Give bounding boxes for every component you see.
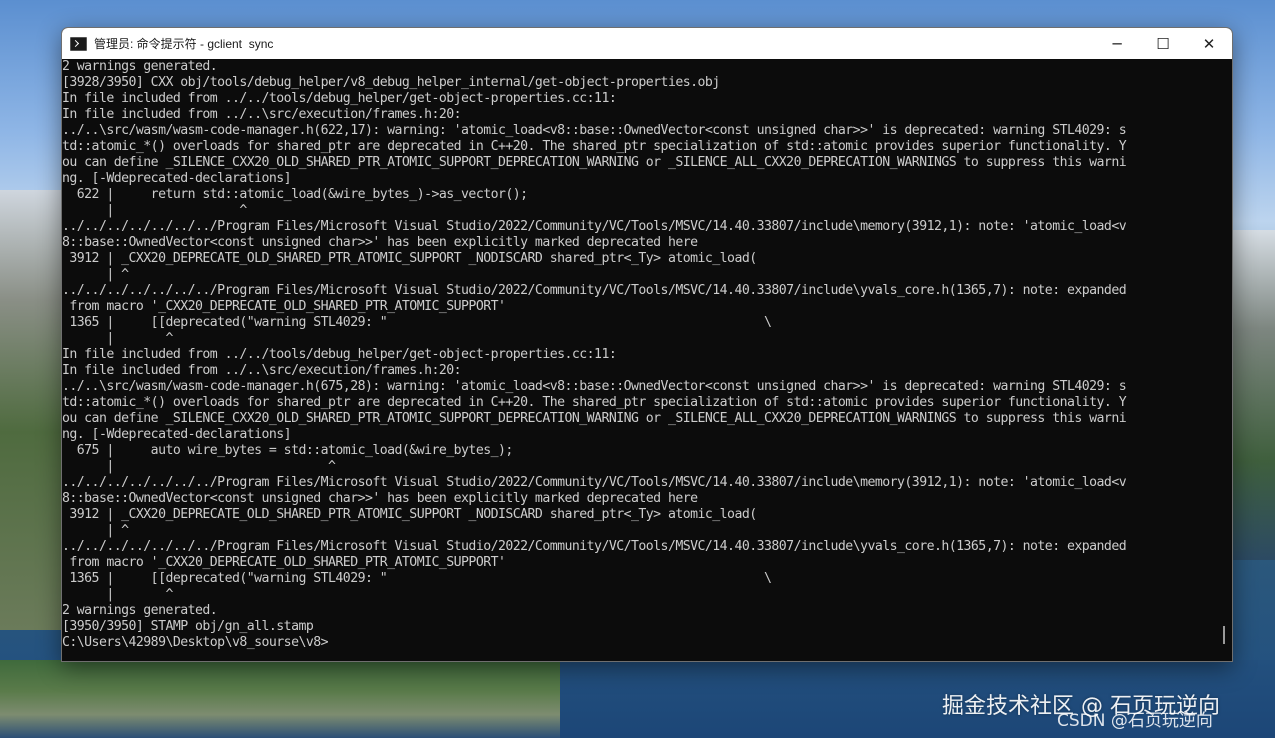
console-line: In file included from ../..\src/executio…	[62, 363, 462, 378]
console-line: ../../../../../../../Program Files/Micro…	[62, 219, 1127, 234]
window-controls: ─ ☐ ✕	[1094, 28, 1232, 59]
console-line: 2 warnings generated.	[62, 59, 218, 74]
console-line: In file included from ../..\src/executio…	[62, 107, 462, 122]
console-line: | ^	[62, 523, 129, 538]
console-line: | ^	[62, 267, 129, 282]
console-line: ng. [-Wdeprecated-declarations]	[62, 171, 292, 186]
console-line: ou can define _SILENCE_CXX20_OLD_SHARED_…	[62, 155, 1127, 170]
console-output[interactable]: 2 warnings generated. [3928/3950] CXX obj…	[62, 59, 1214, 661]
minimize-button[interactable]: ─	[1094, 28, 1140, 59]
maximize-button[interactable]: ☐	[1140, 28, 1186, 59]
console-line: ../..\src/wasm/wasm-code-manager.h(675,2…	[62, 379, 1127, 394]
console-line: td::atomic_*() overloads for shared_ptr …	[62, 395, 1127, 410]
close-button[interactable]: ✕	[1186, 28, 1232, 59]
console-line: ../../../../../../../Program Files/Micro…	[62, 283, 1127, 298]
console-line: [3950/3950] STAMP obj/gn_all.stamp	[62, 619, 314, 634]
console-line: 622 | return std::atomic_load(&wire_byte…	[62, 187, 528, 202]
console-line: | ^	[62, 587, 173, 602]
terminal-icon	[70, 36, 87, 51]
console-line: from macro '_CXX20_DEPRECATE_OLD_SHARED_…	[62, 299, 506, 314]
console-line: In file included from ../../tools/debug_…	[62, 91, 617, 106]
command-prompt-window: 管理员: 命令提示符 - gclient sync ─ ☐ ✕ 2 warnin…	[61, 27, 1233, 662]
console-line: 8::base::OwnedVector<const unsigned char…	[62, 491, 698, 506]
console-line: | ^	[62, 459, 336, 474]
console-line: 3912 | _CXX20_DEPRECATE_OLD_SHARED_PTR_A…	[62, 507, 757, 522]
console-line: | ^	[62, 203, 247, 218]
console-line: 3912 | _CXX20_DEPRECATE_OLD_SHARED_PTR_A…	[62, 251, 757, 266]
console-line: 2 warnings generated.	[62, 603, 218, 618]
console-line: ../../../../../../../Program Files/Micro…	[62, 475, 1127, 490]
window-title: 管理员: 命令提示符 - gclient sync	[94, 37, 274, 51]
console-line: 1365 | [[deprecated("warning STL4029: " …	[62, 315, 772, 330]
console-line: ou can define _SILENCE_CXX20_OLD_SHARED_…	[62, 411, 1127, 426]
console-line: 8::base::OwnedVector<const unsigned char…	[62, 235, 698, 250]
desktop-wallpaper-town	[0, 660, 560, 738]
console-line: ../..\src/wasm/wasm-code-manager.h(622,1…	[62, 123, 1127, 138]
console-line: | ^	[62, 331, 173, 346]
desktop-wallpaper-left	[0, 190, 70, 630]
watermark-csdn: CSDN @石页玩逆向	[1057, 711, 1213, 731]
console-line: 675 | auto wire_bytes = std::atomic_load…	[62, 443, 514, 458]
console-line: 1365 | [[deprecated("warning STL4029: " …	[62, 571, 772, 586]
console-line: ng. [-Wdeprecated-declarations]	[62, 427, 292, 442]
scrollbar[interactable]	[1214, 59, 1232, 661]
console-line: from macro '_CXX20_DEPRECATE_OLD_SHARED_…	[62, 555, 506, 570]
title-bar[interactable]: 管理员: 命令提示符 - gclient sync ─ ☐ ✕	[62, 28, 1232, 59]
console-line: In file included from ../../tools/debug_…	[62, 347, 617, 362]
console-line: td::atomic_*() overloads for shared_ptr …	[62, 139, 1127, 154]
console-line: ../../../../../../../Program Files/Micro…	[62, 539, 1127, 554]
scrollbar-thumb[interactable]	[1223, 626, 1225, 644]
console-line: [3928/3950] CXX obj/tools/debug_helper/v…	[62, 75, 720, 90]
console-line: C:\Users\42989\Desktop\v8_sourse\v8>	[62, 635, 329, 650]
